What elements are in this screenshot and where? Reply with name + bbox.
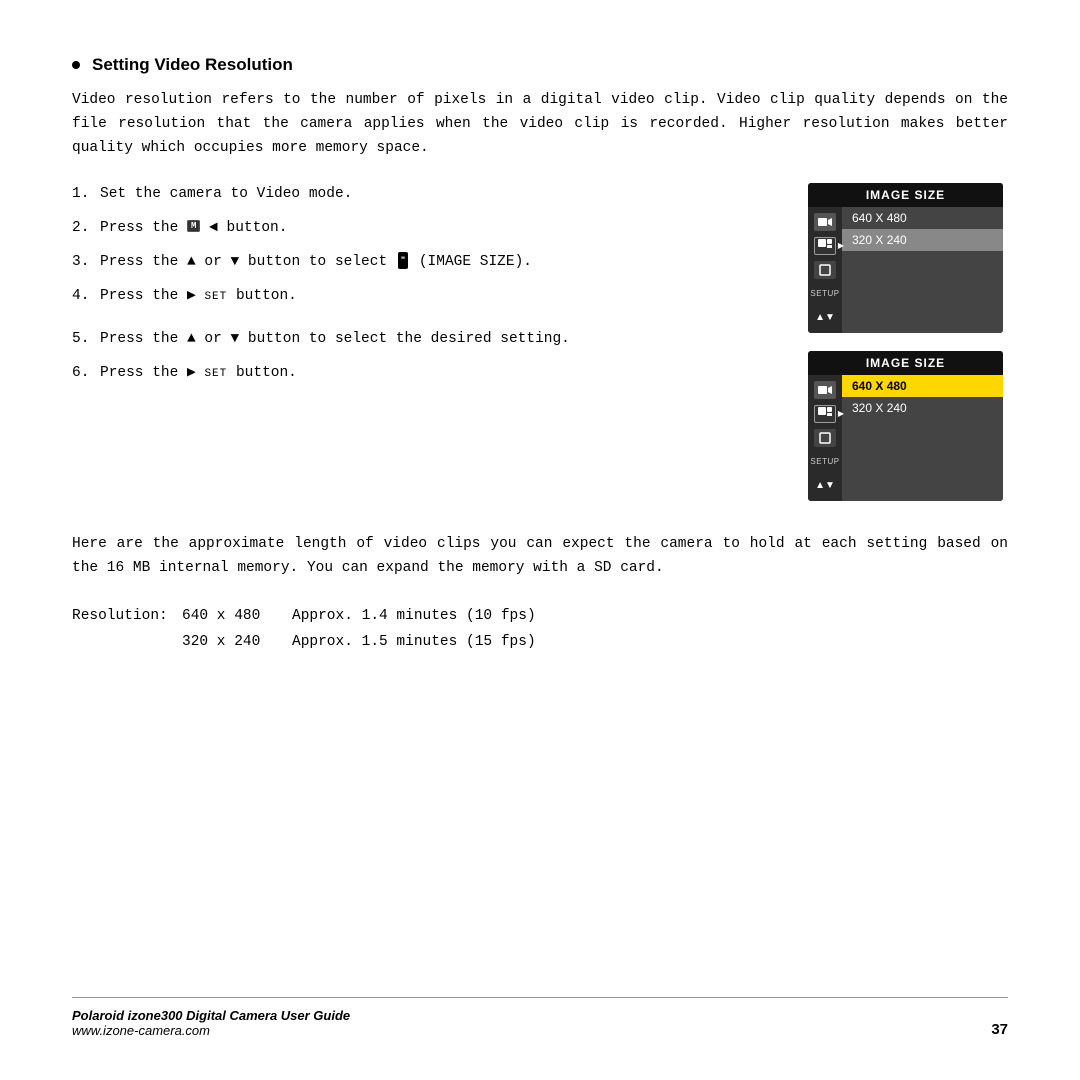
panel2-arrowdown-icon-row: ▲▼ [812, 475, 838, 497]
panel2-square-icon-row [812, 427, 838, 449]
step-num-5: 5. [72, 328, 100, 352]
footer-page-number: 37 [991, 1021, 1008, 1038]
resolution-approx-1: Approx. 1.4 minutes (10 fps) [292, 603, 1008, 630]
set-label2: SET [204, 368, 227, 380]
step-3: 3. Press the ▲ or ▼ button to select " (… [72, 251, 778, 275]
panel1-imagesize-icon-row [812, 235, 838, 257]
up-arrow-icon: ▲ [187, 254, 196, 270]
panel1-setup-label: SETUP [810, 289, 839, 298]
step-num-6: 6. [72, 362, 100, 386]
set-label: SET [204, 291, 227, 303]
page: Setting Video Resolution Video resolutio… [0, 0, 1080, 1080]
panel2-arrowdown-icon: ▲▼ [815, 480, 835, 491]
steps-group2: 5. Press the ▲ or ▼ button to select the… [72, 328, 778, 386]
right-arrow-icon: ▶ [187, 288, 196, 304]
panel2-header: IMAGE SIZE [808, 351, 1003, 375]
panel2-icons: SETUP ▲▼ [808, 375, 842, 501]
step-text-6: Press the ▶ SET button. [100, 362, 778, 386]
resolution-sizes: 640 x 480 320 x 240 [182, 603, 292, 657]
down-arrow2-icon: ▼ [231, 331, 240, 347]
steps-column: 1. Set the camera to Video mode. 2. Pres… [72, 183, 778, 501]
resolution-table: Resolution: 640 x 480 320 x 240 Approx. … [72, 603, 1008, 657]
ui-panels-column: IMAGE SIZE [808, 183, 1008, 501]
panel2-setup-label: SETUP [810, 457, 839, 466]
down-arrow-icon: ▼ [231, 254, 240, 270]
panel1-options: 640 X 480 320 X 240 [842, 207, 1003, 333]
panel2-body: SETUP ▲▼ 640 X 480 320 X 240 [808, 375, 1003, 501]
bottom-paragraph: Here are the approximate length of video… [72, 533, 1008, 581]
resolution-label-text: Resolution: [72, 608, 168, 624]
footer-brand: Polaroid izone300 Digital Camera User Gu… [72, 1008, 350, 1023]
content-area: 1. Set the camera to Video mode. 2. Pres… [72, 183, 1008, 501]
step-5: 5. Press the ▲ or ▼ button to select the… [72, 328, 778, 352]
panel2-square-icon [814, 429, 836, 447]
panel2-video-icon [814, 381, 836, 399]
panel1-imagesize-icon [814, 237, 836, 255]
step-num-2: 2. [72, 217, 100, 241]
title-text: Setting Video Resolution [92, 55, 293, 75]
panel1-square-icon-row [812, 259, 838, 281]
section-title: Setting Video Resolution [72, 55, 1008, 75]
panel2-option-1: 640 X 480 [842, 375, 1003, 397]
panel1-header: IMAGE SIZE [808, 183, 1003, 207]
step-2: 2. Press the M ◄ button. [72, 217, 778, 241]
resolution-size-2: 320 x 240 [182, 629, 292, 656]
resolution-approx-2: Approx. 1.5 minutes (15 fps) [292, 629, 1008, 656]
step-6: 6. Press the ▶ SET button. [72, 362, 778, 386]
panel1-video-icon [814, 213, 836, 231]
panel1-arrowdown-icon-row: ▲▼ [812, 307, 838, 329]
step-1: 1. Set the camera to Video mode. [72, 183, 778, 207]
right-arrow2-icon: ▶ [187, 365, 196, 381]
m-button-icon: M [187, 220, 200, 232]
step-num-3: 3. [72, 251, 100, 275]
panel2-imagesize-icon-row [812, 403, 838, 425]
camera-ui-panel-2: IMAGE SIZE [808, 351, 1003, 501]
steps-group1: 1. Set the camera to Video mode. 2. Pres… [72, 183, 778, 309]
footer-url: www.izone-camera.com [72, 1023, 350, 1038]
panel1-option-1: 640 X 480 [842, 207, 1003, 229]
intro-paragraph: Video resolution refers to the number of… [72, 89, 1008, 161]
panel1-icons: SETUP ▲▼ [808, 207, 842, 333]
step-num-1: 1. [72, 183, 100, 207]
step-text-2: Press the M ◄ button. [100, 217, 778, 241]
panel1-body: SETUP ▲▼ 640 X 480 320 X 240 [808, 207, 1003, 333]
image-size-icon: " [398, 252, 408, 269]
resolution-size-1: 640 x 480 [182, 603, 292, 630]
panel1-video-icon-row [812, 211, 838, 233]
left-arrow-icon: ◄ [209, 220, 218, 236]
step-num-4: 4. [72, 285, 100, 309]
step-text-1: Set the camera to Video mode. [100, 183, 778, 207]
resolution-approx: Approx. 1.4 minutes (10 fps) Approx. 1.5… [292, 603, 1008, 657]
panel1-option-2: 320 X 240 [842, 229, 1003, 251]
panel2-video-icon-row [812, 379, 838, 401]
bottom-info-section: Here are the approximate length of video… [72, 533, 1008, 656]
panel2-option-2: 320 X 240 [842, 397, 1003, 419]
panel1-arrowdown-icon: ▲▼ [815, 312, 835, 323]
step-4: 4. Press the ▶ SET button. [72, 285, 778, 309]
footer-left: Polaroid izone300 Digital Camera User Gu… [72, 1008, 350, 1038]
step-text-5: Press the ▲ or ▼ button to select the de… [100, 328, 778, 352]
bullet-icon [72, 61, 80, 69]
step-text-4: Press the ▶ SET button. [100, 285, 778, 309]
resolution-label: Resolution: [72, 603, 182, 657]
up-arrow2-icon: ▲ [187, 331, 196, 347]
page-footer: Polaroid izone300 Digital Camera User Gu… [72, 997, 1008, 1038]
panel1-square-icon [814, 261, 836, 279]
panel2-setup-icon-row: SETUP [812, 451, 838, 473]
panel2-imagesize-icon [814, 405, 836, 423]
panel1-setup-icon-row: SETUP [812, 283, 838, 305]
panel2-options: 640 X 480 320 X 240 [842, 375, 1003, 501]
step-text-3: Press the ▲ or ▼ button to select " (IMA… [100, 251, 778, 275]
camera-ui-panel-1: IMAGE SIZE [808, 183, 1003, 333]
